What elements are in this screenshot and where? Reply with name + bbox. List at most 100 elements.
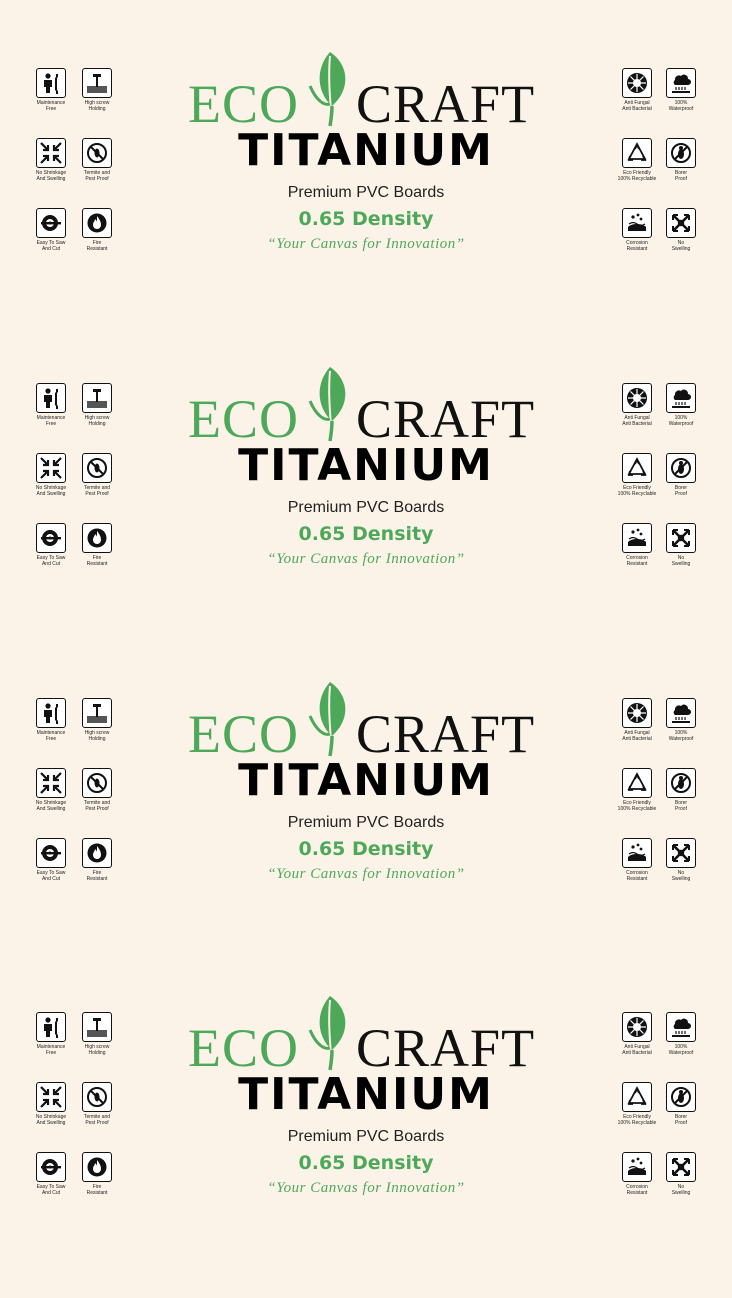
anti-bacterial-icon <box>625 386 649 410</box>
badge-maintenance: Maintenance Free <box>26 698 76 742</box>
badge-label: Borer Proof <box>674 1114 688 1126</box>
product-subtitle: Premium PVC Boards <box>287 499 445 516</box>
badge-borer: Borer Proof <box>656 768 706 812</box>
badge-corrosion: Corrosion Resistant <box>612 523 662 567</box>
badge-label: Borer Proof <box>674 170 688 182</box>
badge-label: 100% Waterproof <box>668 100 694 112</box>
badge-label: Anti Fungal Anti Bacterial <box>622 415 652 427</box>
leaf-icon <box>308 678 352 758</box>
badge-label: Corrosion Resistant <box>626 870 648 882</box>
waterproof-icon <box>669 1015 693 1039</box>
anti-bacterial-icon <box>625 701 649 725</box>
waterproof-icon <box>669 701 693 725</box>
badge-label: Anti Fungal Anti Bacterial <box>622 1044 652 1056</box>
badge-label: No Swelling <box>671 1184 691 1196</box>
badge-swelling: No Swelling <box>656 1152 706 1196</box>
badge-label: Anti Fungal Anti Bacterial <box>622 730 652 742</box>
worker-wrench-icon <box>39 1015 63 1039</box>
badge-label: 100% Waterproof <box>668 415 694 427</box>
badge-label: Corrosion Resistant <box>626 240 648 252</box>
badge-waterproof: 100% Waterproof <box>656 68 706 112</box>
badge-label: No Swelling <box>671 240 691 252</box>
logo-craft: CRAFT <box>356 389 536 449</box>
product-subtitle: Premium PVC Boards <box>287 184 445 201</box>
badge-label: High screw Holding <box>84 730 110 742</box>
badge-antifungal: Anti Fungal Anti Bacterial <box>612 383 662 427</box>
logo-panel-3: Maintenance Free High screw Holding No S… <box>0 670 732 984</box>
badge-borer: Borer Proof <box>656 1082 706 1126</box>
badge-label: Corrosion Resistant <box>626 1184 648 1196</box>
screw-icon <box>85 1015 109 1039</box>
badge-waterproof: 100% Waterproof <box>656 698 706 742</box>
no-borer-icon <box>669 771 693 795</box>
logo-craft: CRAFT <box>356 1018 536 1078</box>
badge-waterproof: 100% Waterproof <box>656 1012 706 1056</box>
no-swelling-icon <box>669 841 693 865</box>
badge-recyclable: Eco Friendly 100% Recyclable <box>612 453 662 497</box>
badge-label: Eco Friendly 100% Recyclable <box>617 800 657 812</box>
anti-bacterial-icon <box>625 71 649 95</box>
no-swelling-icon <box>669 1155 693 1179</box>
screw-icon <box>85 701 109 725</box>
badge-recyclable: Eco Friendly 100% Recyclable <box>612 768 662 812</box>
recycle-icon <box>625 771 649 795</box>
badge-label: Maintenance Free <box>36 1044 66 1056</box>
badge-label: Maintenance Free <box>36 730 66 742</box>
badge-label: No Swelling <box>671 870 691 882</box>
screw-icon <box>85 71 109 95</box>
logo-eco: ECO <box>188 389 299 449</box>
badge-screw: High screw Holding <box>72 68 122 112</box>
logo-panel-4: Maintenance Free High screw Holding No S… <box>0 984 732 1298</box>
anti-bacterial-icon <box>625 1015 649 1039</box>
recycle-icon <box>625 456 649 480</box>
no-borer-icon <box>669 141 693 165</box>
badge-screw: High screw Holding <box>72 698 122 742</box>
badge-label: Eco Friendly 100% Recyclable <box>617 170 657 182</box>
badge-label: Borer Proof <box>674 800 688 812</box>
badge-recyclable: Eco Friendly 100% Recyclable <box>612 1082 662 1126</box>
badge-corrosion: Corrosion Resistant <box>612 208 662 252</box>
leaf-icon <box>308 363 352 443</box>
no-borer-icon <box>669 456 693 480</box>
corrosion-icon <box>625 841 649 865</box>
badge-swelling: No Swelling <box>656 523 706 567</box>
badge-antifungal: Anti Fungal Anti Bacterial <box>612 68 662 112</box>
waterproof-icon <box>669 71 693 95</box>
badge-antifungal: Anti Fungal Anti Bacterial <box>612 1012 662 1056</box>
corrosion-icon <box>625 211 649 235</box>
recycle-icon <box>625 141 649 165</box>
logo-craft: CRAFT <box>356 74 536 134</box>
logo-eco: ECO <box>188 1018 299 1078</box>
logo-eco: ECO <box>188 704 299 764</box>
badge-label: High screw Holding <box>84 415 110 427</box>
badge-borer: Borer Proof <box>656 138 706 182</box>
product-subtitle: Premium PVC Boards <box>287 1128 445 1145</box>
badge-waterproof: 100% Waterproof <box>656 383 706 427</box>
screw-icon <box>85 386 109 410</box>
ecocraft-logo: ECO CRAFT <box>186 363 548 449</box>
no-swelling-icon <box>669 526 693 550</box>
badge-label: Eco Friendly 100% Recyclable <box>617 1114 657 1126</box>
badge-borer: Borer Proof <box>656 453 706 497</box>
corrosion-icon <box>625 1155 649 1179</box>
badge-label: 100% Waterproof <box>668 1044 694 1056</box>
no-swelling-icon <box>669 211 693 235</box>
badge-swelling: No Swelling <box>656 208 706 252</box>
badge-corrosion: Corrosion Resistant <box>612 1152 662 1196</box>
badge-maintenance: Maintenance Free <box>26 68 76 112</box>
badge-corrosion: Corrosion Resistant <box>612 838 662 882</box>
logo-panel-2: Maintenance Free High screw Holding No S… <box>0 355 732 669</box>
logo-eco: ECO <box>188 74 299 134</box>
leaf-icon <box>308 992 352 1072</box>
ecocraft-logo: ECO CRAFT <box>186 48 548 134</box>
badge-maintenance: Maintenance Free <box>26 383 76 427</box>
waterproof-icon <box>669 386 693 410</box>
badge-maintenance: Maintenance Free <box>26 1012 76 1056</box>
badge-label: High screw Holding <box>84 100 110 112</box>
worker-wrench-icon <box>39 386 63 410</box>
badge-label: 100% Waterproof <box>668 730 694 742</box>
badge-antifungal: Anti Fungal Anti Bacterial <box>612 698 662 742</box>
logo-panel-1: Maintenance Free High screw Holding No S… <box>0 40 732 354</box>
badge-label: No Swelling <box>671 555 691 567</box>
no-borer-icon <box>669 1085 693 1109</box>
